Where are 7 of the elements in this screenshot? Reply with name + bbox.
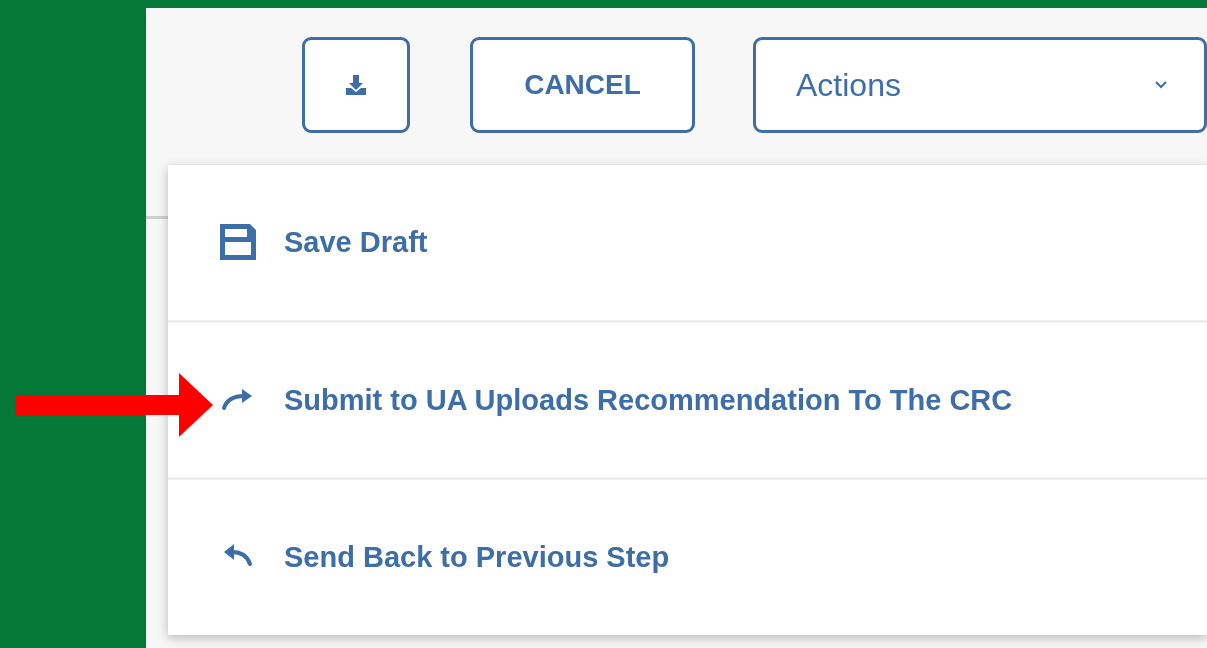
download-button[interactable]: [302, 37, 410, 133]
menu-item[interactable]: Save Draft: [168, 165, 1207, 323]
menu-item[interactable]: Send Back to Previous Step: [168, 480, 1207, 635]
chevron-icon: [1154, 80, 1168, 90]
download-icon: [345, 74, 367, 96]
cancel-button[interactable]: CANCEL: [470, 37, 695, 133]
actions-dropdown[interactable]: Actions: [753, 37, 1207, 133]
